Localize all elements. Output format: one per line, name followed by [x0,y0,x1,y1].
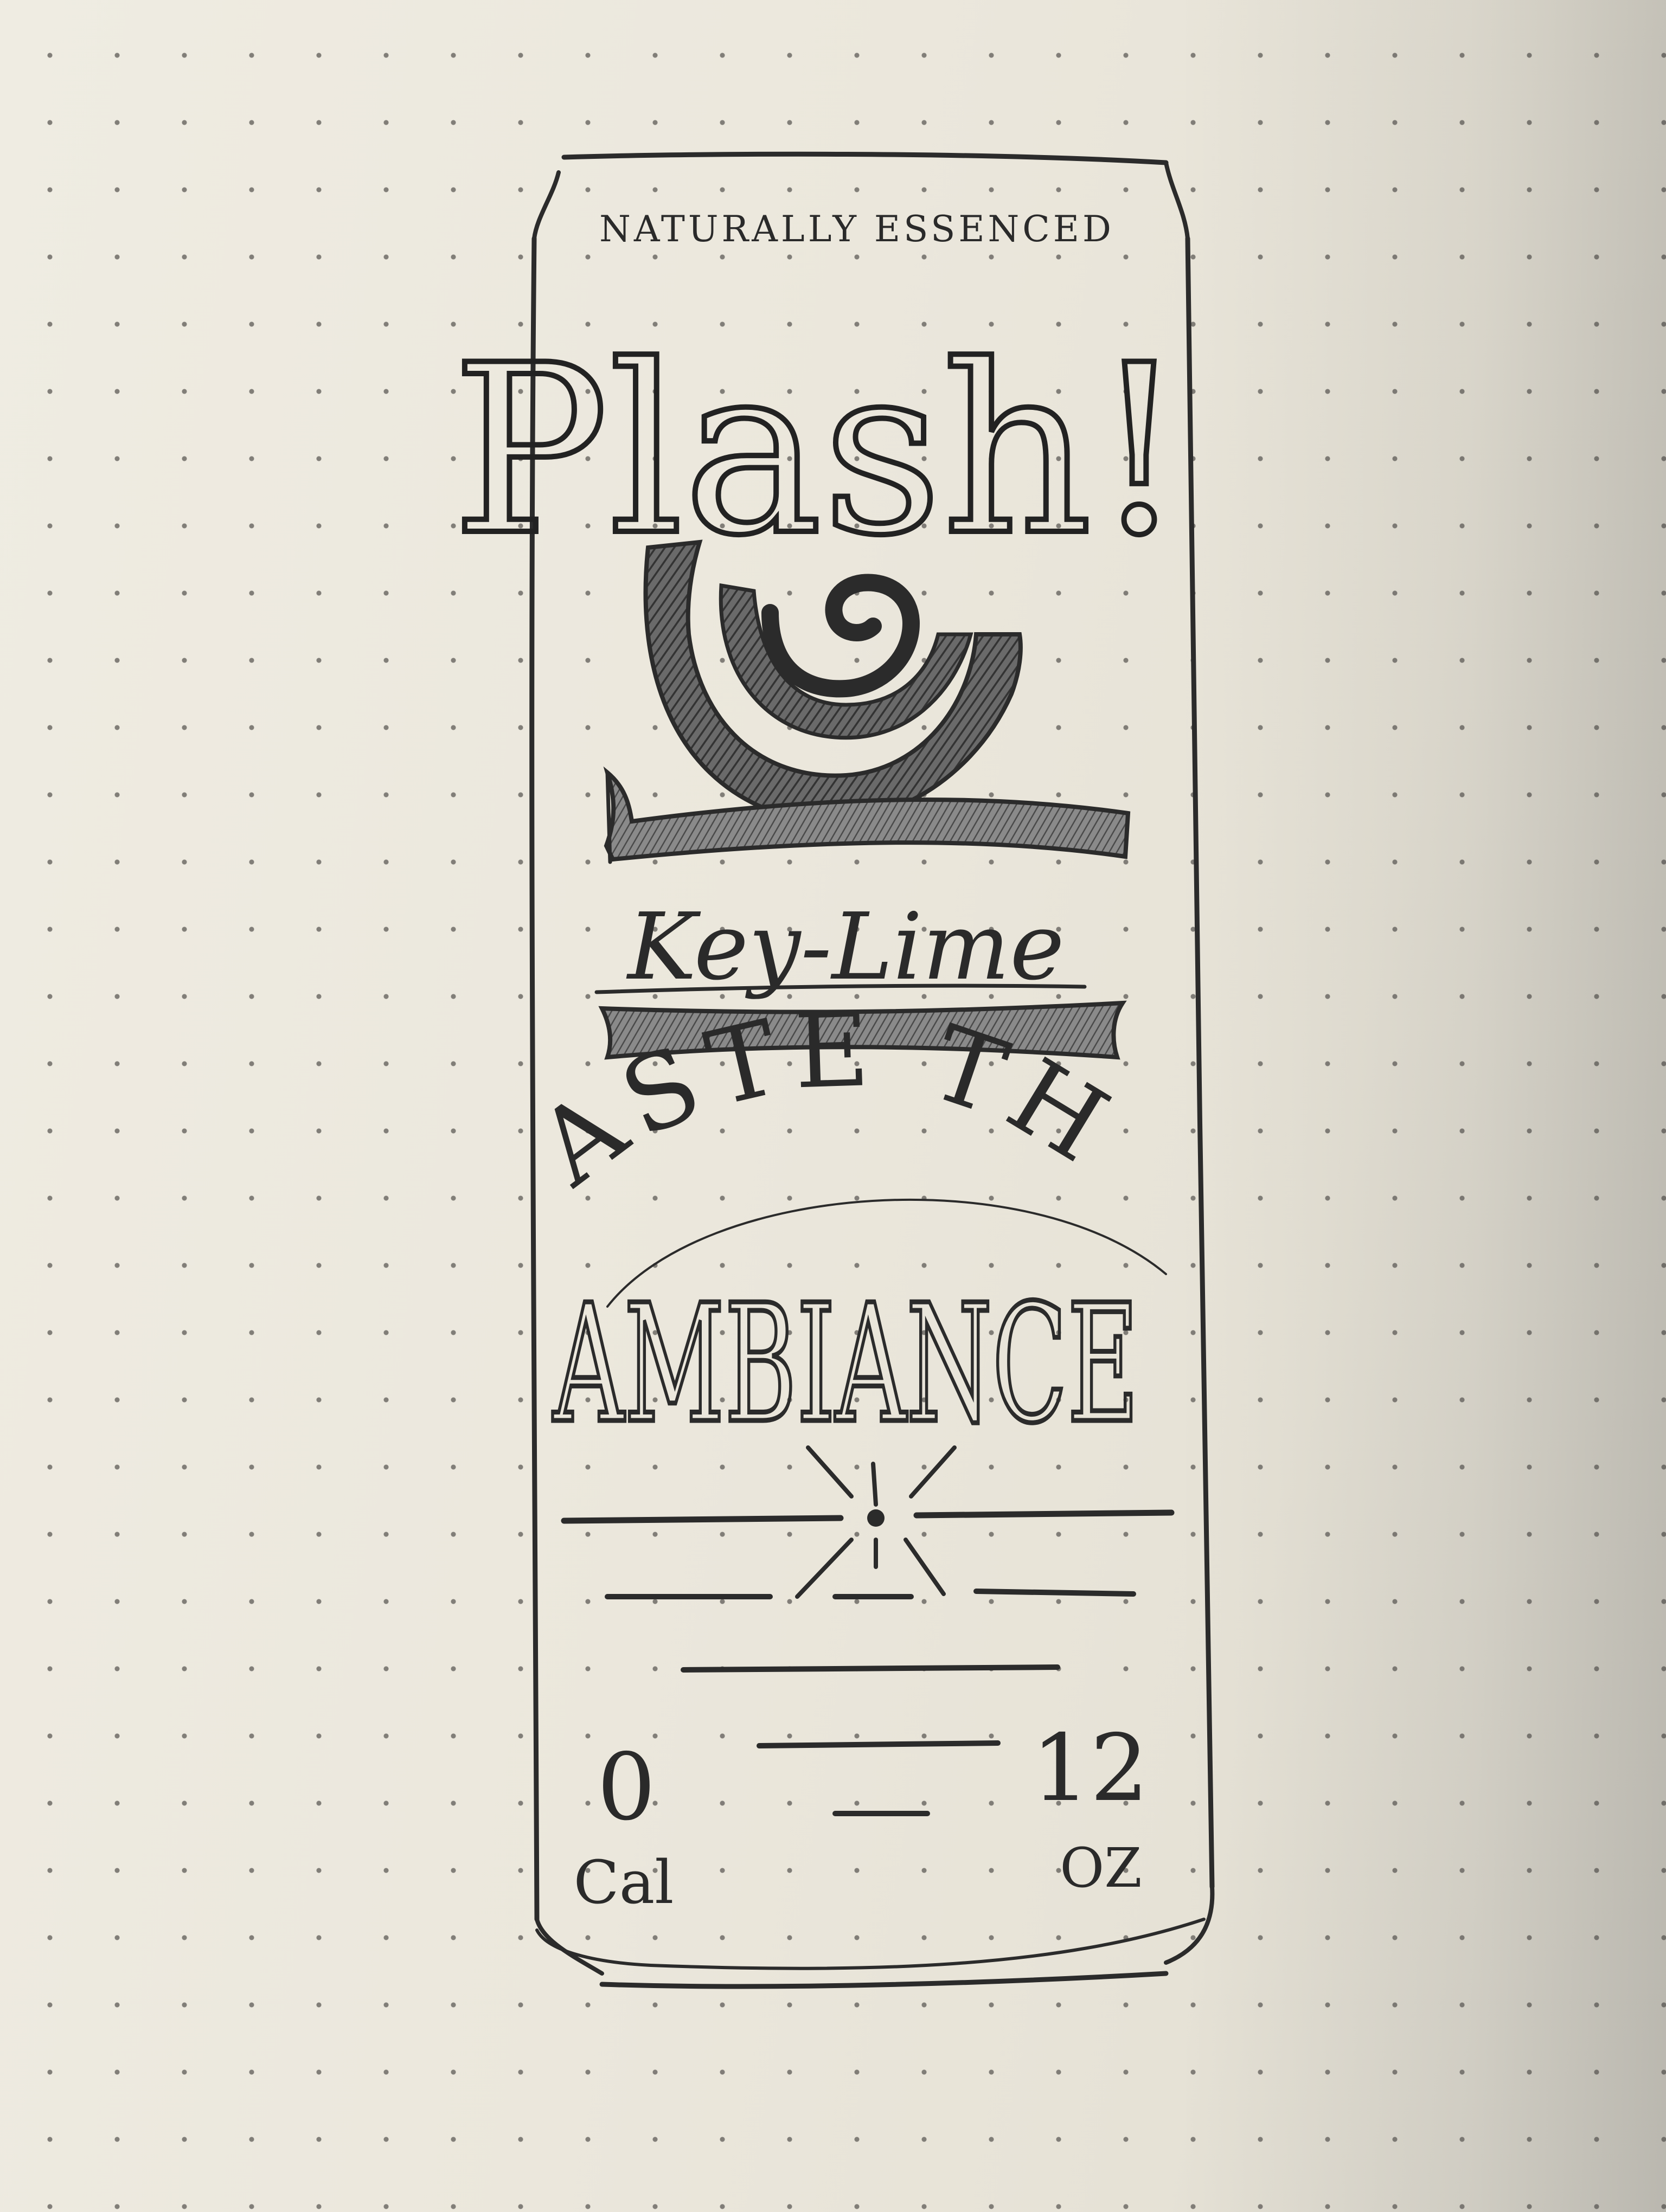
slogan-line1-text: TASTE THE [0,0,1137,1209]
brand-logo-text: Plash! [452,316,1186,587]
sparkle-icon [795,1445,957,1599]
volume-unit: OZ [1060,1836,1142,1900]
volume-value: 12 [1031,1715,1149,1822]
calories-unit: Cal [574,1848,674,1917]
can-sketch: NATURALLY ESSENCED Plash! Key-Lime TASTE… [0,0,1215,1989]
calories-value: 0 [597,1734,656,1841]
slogan-line2-text: AMBIANCE [552,1270,1139,1459]
tagline-text: NATURALLY ESSENCED [599,208,1114,250]
